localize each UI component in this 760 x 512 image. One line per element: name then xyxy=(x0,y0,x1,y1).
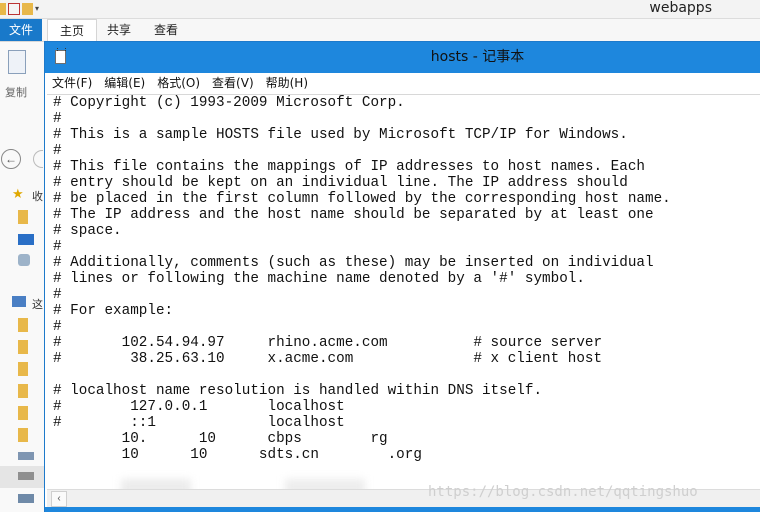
nav-label-this-pc[interactable]: 这 xyxy=(32,296,43,312)
copy-button-label[interactable]: 复制 xyxy=(5,84,27,100)
scroll-left-icon[interactable]: ‹ xyxy=(51,491,67,507)
computer-icon[interactable] xyxy=(12,296,26,307)
tab-home[interactable]: 主页 xyxy=(47,19,97,41)
folder-icon[interactable] xyxy=(18,210,28,224)
quick-access-toolbar: ▾ xyxy=(0,0,47,18)
hosts-file-content[interactable]: # Copyright (c) 1993-2009 Microsoft Corp… xyxy=(47,95,760,463)
forward-arrow-icon[interactable] xyxy=(33,150,43,168)
folder-icon[interactable] xyxy=(18,318,28,332)
window-title: hosts - 记事本 xyxy=(430,49,525,65)
folder-icon[interactable] xyxy=(18,428,28,442)
menu-view[interactable]: 查看(V) xyxy=(212,73,254,93)
watermark: https://blog.csdn.net/qqtingshuo xyxy=(428,484,698,500)
menu-format[interactable]: 格式(O) xyxy=(157,73,200,93)
text-editor-area[interactable]: # Copyright (c) 1993-2009 Microsoft Corp… xyxy=(47,94,760,489)
new-folder-icon[interactable] xyxy=(22,3,33,15)
tab-share[interactable]: 共享 xyxy=(98,19,140,41)
redaction-blur xyxy=(121,479,191,489)
folder-icon[interactable] xyxy=(0,3,6,15)
back-arrow-icon[interactable]: ← xyxy=(1,149,21,169)
menu-help[interactable]: 帮助(H) xyxy=(266,73,308,93)
notepad-window: hosts - 记事本 文件(F) 编辑(E) 格式(O) 查看(V) 帮助(H… xyxy=(44,41,760,512)
recent-places-icon[interactable] xyxy=(18,254,30,266)
window-bottom-border xyxy=(45,507,760,512)
ribbon-tabs: 文件 主页 共享 查看 xyxy=(0,19,760,42)
tab-view[interactable]: 查看 xyxy=(144,19,188,41)
folder-icon[interactable] xyxy=(18,406,28,420)
menu-file[interactable]: 文件(F) xyxy=(52,73,92,93)
folder-icon[interactable] xyxy=(18,384,28,398)
desktop-icon[interactable] xyxy=(18,234,34,245)
notepad-title-bar[interactable]: hosts - 记事本 xyxy=(45,42,760,73)
copy-icon[interactable] xyxy=(8,50,26,74)
star-icon[interactable]: ★ xyxy=(12,186,24,202)
network-drive-icon[interactable] xyxy=(18,494,34,503)
explorer-left-pane: 复制 ← ★ 收 这 xyxy=(0,42,44,512)
redaction-blur xyxy=(285,479,365,489)
tab-file[interactable]: 文件 xyxy=(0,19,42,41)
explorer-window-title: webapps xyxy=(649,0,712,16)
menu-bar: 文件(F) 编辑(E) 格式(O) 查看(V) 帮助(H) xyxy=(45,73,760,93)
folder-icon[interactable] xyxy=(18,362,28,376)
explorer-title-bar: ▾ webapps xyxy=(0,0,760,19)
drive-icon[interactable] xyxy=(18,472,34,480)
folder-icon[interactable] xyxy=(18,340,28,354)
chevron-down-icon[interactable]: ▾ xyxy=(35,3,47,15)
menu-edit[interactable]: 编辑(E) xyxy=(104,73,145,93)
drive-icon[interactable] xyxy=(18,452,34,460)
properties-icon[interactable] xyxy=(8,3,20,15)
nav-label-favorites[interactable]: 收 xyxy=(32,188,43,204)
